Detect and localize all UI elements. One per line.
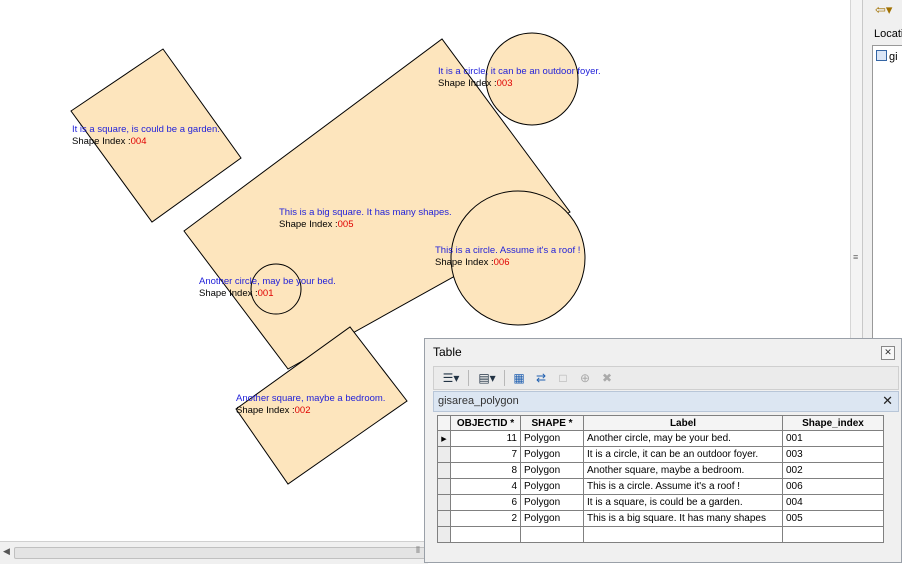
cell-objectid[interactable]: 6	[450, 494, 521, 511]
cell-empty[interactable]	[520, 526, 584, 543]
table-row[interactable]: 2 Polygon This is a big square. It has m…	[437, 510, 884, 527]
table-row[interactable]: ▶ 11 Polygon Another circle, may be your…	[437, 430, 884, 447]
cell-shape[interactable]: Polygon	[520, 462, 584, 479]
row-selector[interactable]	[437, 494, 451, 511]
table-row-new[interactable]	[437, 526, 884, 543]
attribute-table: OBJECTID * SHAPE * Label Shape_index ▶ 1…	[437, 415, 884, 543]
close-tab-icon[interactable]: ✕	[882, 393, 893, 409]
location-label: Locatio	[874, 28, 902, 40]
map-label-004: It is a square, is could be a garden. Sh…	[72, 124, 220, 148]
column-header-label[interactable]: Label	[583, 415, 783, 431]
cell-label[interactable]: This is a big square. It has many shapes	[583, 510, 783, 527]
table-options-icon[interactable]: ☰▾	[438, 370, 464, 386]
select-by-attributes-icon[interactable]: ▦	[510, 370, 528, 386]
map-label-003: It is a circle, it can be an outdoor foy…	[438, 66, 601, 90]
label-description: Another circle, may be your bed.	[199, 276, 336, 287]
cell-empty[interactable]	[782, 526, 884, 543]
label-description: Another square, maybe a bedroom.	[236, 393, 386, 404]
cell-shape[interactable]: Polygon	[520, 430, 584, 447]
cell-label[interactable]: Another circle, may be your bed.	[583, 430, 783, 447]
label-description: This is a big square. It has many shapes…	[279, 207, 452, 218]
cell-shape-index[interactable]: 006	[782, 478, 884, 495]
table-tab-bar: gisarea_polygon ✕	[433, 391, 899, 412]
map-label-002: Another square, maybe a bedroom. Shape I…	[236, 393, 385, 417]
row-selector[interactable]	[437, 446, 451, 463]
label-shape-index: Shape Index :001	[199, 288, 274, 299]
table-window: Table ✕ ☰▾ ▤▾ ▦ ⇄ □ ⊕ ✖ gisarea_polygon …	[424, 338, 902, 563]
table-row[interactable]: 8 Polygon Another square, maybe a bedroo…	[437, 462, 884, 479]
cell-label[interactable]: Another square, maybe a bedroom.	[583, 462, 783, 479]
toolbar-separator	[468, 370, 469, 386]
label-shape-index: Shape Index :003	[438, 78, 513, 89]
cell-empty[interactable]	[450, 526, 521, 543]
clear-selection-icon[interactable]: □	[554, 370, 572, 386]
cell-objectid[interactable]: 11	[450, 430, 521, 447]
label-description: It is a circle, it can be an outdoor foy…	[438, 66, 601, 77]
cell-shape-index[interactable]: 004	[782, 494, 884, 511]
tree-item[interactable]: gi	[876, 50, 898, 63]
cell-label[interactable]: It is a square, is could be a garden.	[583, 494, 783, 511]
table-row[interactable]: 7 Polygon It is a circle, it can be an o…	[437, 446, 884, 463]
label-description: This is a circle. Assume it's a roof !	[435, 245, 581, 256]
cell-shape-index[interactable]: 005	[782, 510, 884, 527]
cell-shape[interactable]: Polygon	[520, 494, 584, 511]
close-window-icon[interactable]: ✕	[881, 346, 895, 360]
geodatabase-icon	[876, 50, 887, 61]
catalog-tree[interactable]: gi	[872, 45, 902, 347]
delete-selected-icon[interactable]: ✖	[598, 370, 616, 386]
zoom-to-selected-icon[interactable]: ⊕	[576, 370, 594, 386]
cell-label[interactable]: It is a circle, it can be an outdoor foy…	[583, 446, 783, 463]
cell-shape[interactable]: Polygon	[520, 510, 584, 527]
label-description: It is a square, is could be a garden.	[72, 124, 220, 135]
cell-objectid[interactable]: 8	[450, 462, 521, 479]
row-selector[interactable]	[437, 478, 451, 495]
row-selector[interactable]	[437, 462, 451, 479]
table-window-title: Table	[433, 345, 462, 359]
map-label-006: This is a circle. Assume it's a roof ! S…	[435, 245, 580, 269]
switch-selection-icon[interactable]: ⇄	[532, 370, 550, 386]
splitter-grip-icon[interactable]: ≡	[853, 252, 858, 262]
label-shape-index: Shape Index :004	[72, 136, 147, 147]
cell-shape[interactable]: Polygon	[520, 478, 584, 495]
related-tables-icon[interactable]: ▤▾	[474, 370, 500, 386]
tree-item-label: gi	[889, 51, 898, 63]
cell-shape-index[interactable]: 002	[782, 462, 884, 479]
map-label-001: Another circle, may be your bed. Shape I…	[199, 276, 336, 300]
row-selector[interactable]	[437, 510, 451, 527]
cell-shape-index[interactable]: 003	[782, 446, 884, 463]
scroll-left-icon[interactable]: ◀	[3, 546, 10, 557]
table-header-row: OBJECTID * SHAPE * Label Shape_index	[437, 415, 884, 431]
cell-objectid[interactable]: 4	[450, 478, 521, 495]
cell-label[interactable]: This is a circle. Assume it's a roof !	[583, 478, 783, 495]
map-label-005: This is a big square. It has many shapes…	[279, 207, 452, 231]
label-shape-index: Shape Index :002	[236, 405, 311, 416]
table-toolbar: ☰▾ ▤▾ ▦ ⇄ □ ⊕ ✖	[433, 366, 899, 390]
scrollbar-thumb[interactable]	[14, 547, 426, 559]
cell-shape[interactable]: Polygon	[520, 446, 584, 463]
column-header-shape[interactable]: SHAPE *	[520, 415, 584, 431]
table-row[interactable]: 6 Polygon It is a square, is could be a …	[437, 494, 884, 511]
column-header-shape-index[interactable]: Shape_index	[782, 415, 884, 431]
tab-gisarea-polygon[interactable]: gisarea_polygon	[438, 395, 519, 407]
table-row[interactable]: 4 Polygon This is a circle. Assume it's …	[437, 478, 884, 495]
cell-objectid[interactable]: 2	[450, 510, 521, 527]
current-row-icon[interactable]: ▶	[437, 430, 451, 447]
cell-objectid[interactable]: 7	[450, 446, 521, 463]
label-shape-index: Shape Index :005	[279, 219, 354, 230]
row-selector[interactable]	[437, 526, 451, 543]
cell-empty[interactable]	[583, 526, 783, 543]
toolbar-separator	[504, 370, 505, 386]
horizontal-scrollbar[interactable]: ◀ ⦀	[0, 541, 428, 564]
label-shape-index: Shape Index :006	[435, 257, 510, 268]
cell-shape-index[interactable]: 001	[782, 430, 884, 447]
back-arrow-icon[interactable]: ⇦▾	[875, 2, 901, 20]
column-header-objectid[interactable]: OBJECTID *	[450, 415, 521, 431]
scroll-grip-icon: ⦀	[416, 545, 420, 555]
row-selector-header[interactable]	[437, 415, 451, 431]
